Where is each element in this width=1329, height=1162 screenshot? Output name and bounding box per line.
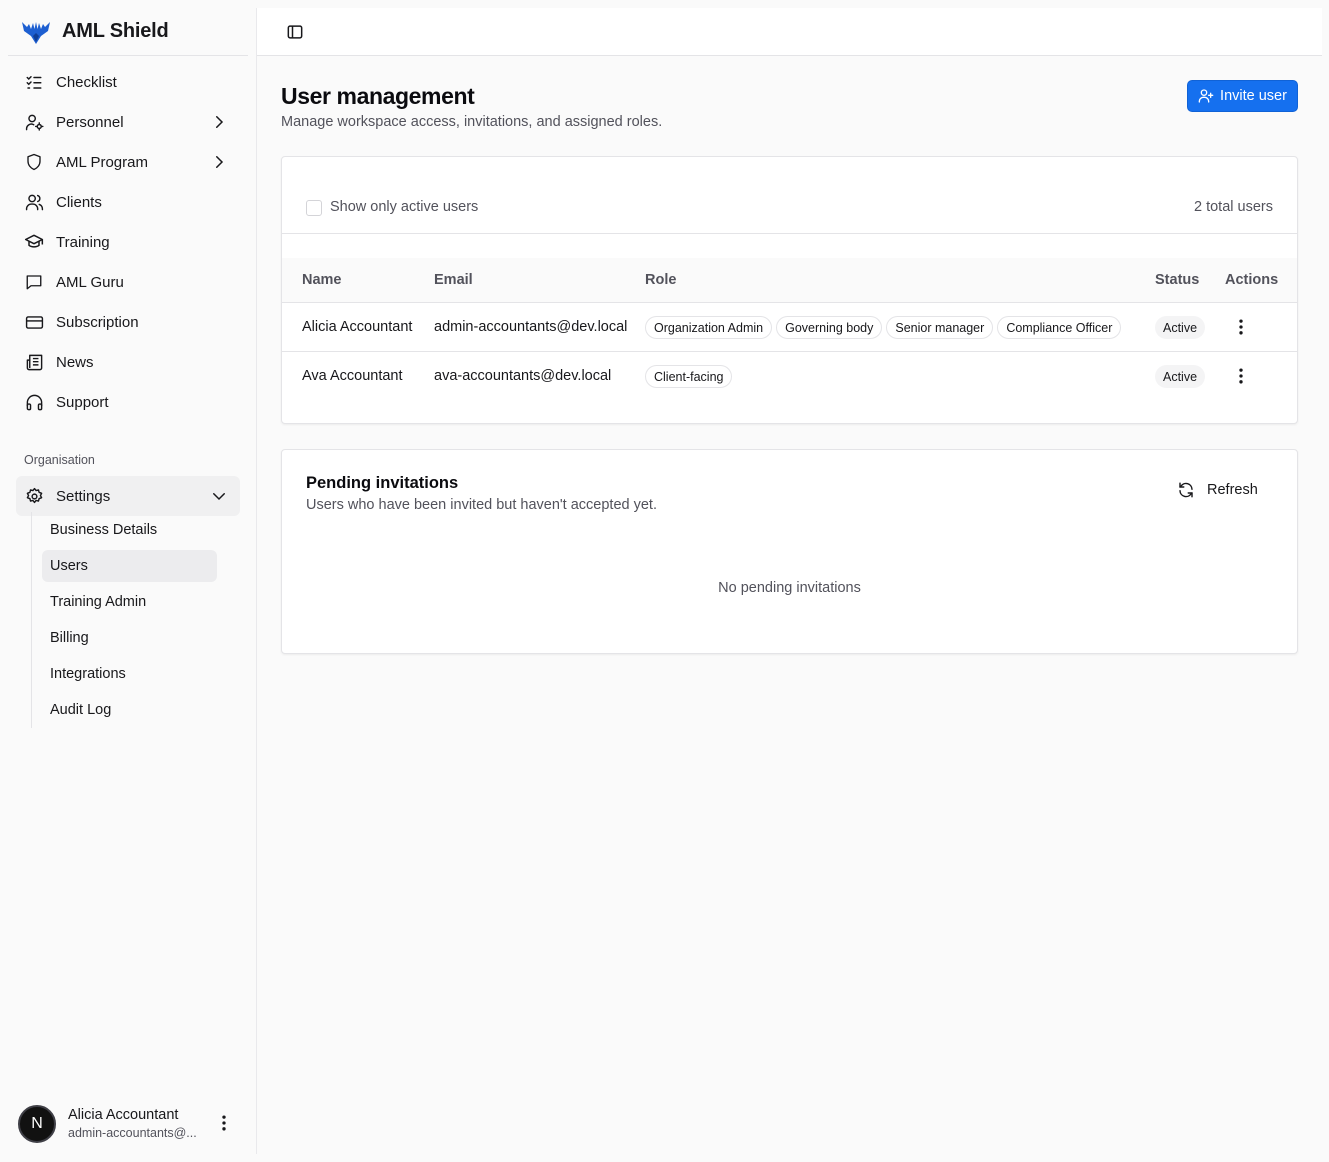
status-badge: Active <box>1155 316 1206 339</box>
sidebar-item-label: Clients <box>56 193 102 211</box>
table-row: Alicia Accountant admin-accountants@dev.… <box>282 303 1297 352</box>
graduation-cap-icon <box>24 232 44 252</box>
more-vertical-icon[interactable] <box>1231 366 1251 386</box>
sidebar-item-subscription[interactable]: Subscription <box>16 302 240 342</box>
active-users-label[interactable]: Show only active users <box>330 199 478 215</box>
settings-item-integrations[interactable]: Integrations <box>42 658 217 690</box>
user-name-cell: Ava Accountant <box>302 368 403 384</box>
column-header-email: Email <box>434 272 473 288</box>
checklist-icon <box>24 72 44 92</box>
sidebar-item-checklist[interactable]: Checklist <box>16 62 240 102</box>
user-info: Alicia Accountant admin-accountants@... <box>68 1107 197 1141</box>
settings-item-audit-log[interactable]: Audit Log <box>42 694 217 726</box>
sidebar-item-personnel[interactable]: Personnel <box>16 102 240 142</box>
empty-state: No pending invitations <box>718 580 861 596</box>
sidebar-item-label: Personnel <box>56 113 124 131</box>
sidebar-item-label: Training <box>56 233 110 251</box>
page-title: User management <box>281 83 475 109</box>
status-badge: Active <box>1155 365 1206 388</box>
current-user[interactable]: N Alicia Accountant admin-accountants@..… <box>8 1096 248 1152</box>
settings-item-users[interactable]: Users <box>42 550 217 582</box>
credit-card-icon <box>24 312 44 332</box>
users-card: Show only active users 2 total users Nam… <box>281 156 1298 424</box>
message-square-icon <box>24 272 44 292</box>
sidebar-item-clients[interactable]: Clients <box>16 182 240 222</box>
table-header: Name Email Role Status Actions <box>282 258 1297 303</box>
shield-icon <box>24 152 44 172</box>
refresh-icon <box>1179 482 1193 498</box>
section-label-organisation: Organisation <box>24 453 95 467</box>
sidebar-item-label: News <box>56 353 94 371</box>
refresh-button[interactable]: Refresh <box>1177 478 1258 502</box>
total-users-count: 2 total users <box>1194 199 1273 215</box>
sidebar-item-training[interactable]: Training <box>16 222 240 262</box>
role-badge: Client-facing <box>645 365 733 388</box>
invite-user-label: Invite user <box>1220 88 1287 104</box>
sidebar-item-news[interactable]: News <box>16 342 240 382</box>
sidebar-item-label: AML Program <box>56 153 148 171</box>
brand[interactable]: AML Shield <box>8 8 248 56</box>
sidebar-item-label: Settings <box>56 487 111 505</box>
user-email-cell: admin-accountants@dev.local <box>434 319 628 335</box>
main-nav: Checklist Personnel AML Program Clients <box>16 62 240 422</box>
invite-user-button[interactable]: Invite user <box>1187 80 1298 112</box>
role-badge: Senior manager <box>886 316 994 339</box>
user-name-cell: Alicia Accountant <box>302 319 413 335</box>
user-cog-icon <box>24 112 44 132</box>
newspaper-icon <box>24 352 44 372</box>
refresh-label: Refresh <box>1207 482 1258 498</box>
sidebar-item-label: Support <box>56 393 109 411</box>
topbar <box>257 8 1322 56</box>
headphones-icon <box>24 392 44 412</box>
sidebar: AML Shield Checklist Personnel AML Progr… <box>0 0 255 1162</box>
gear-icon <box>24 486 44 506</box>
sidebar-item-aml-guru[interactable]: AML Guru <box>16 262 240 302</box>
brand-name: AML Shield <box>62 20 169 42</box>
sidebar-item-settings[interactable]: Settings <box>16 476 240 516</box>
column-header-name: Name <box>302 272 342 288</box>
user-email-cell: ava-accountants@dev.local <box>434 368 612 384</box>
user-email: admin-accountants@... <box>68 1126 197 1141</box>
active-users-checkbox[interactable] <box>306 200 322 216</box>
column-header-role: Role <box>645 272 677 288</box>
eagle-logo-icon <box>20 16 52 48</box>
main-content: User management Manage workspace access,… <box>256 8 1322 1154</box>
role-badge: Compliance Officer <box>997 316 1122 339</box>
page-subtitle: Manage workspace access, invitations, an… <box>281 114 663 130</box>
chevron-right-icon <box>216 116 224 128</box>
chevron-right-icon <box>216 156 224 168</box>
users-filter-row: Show only active users 2 total users <box>282 157 1297 234</box>
sidebar-item-label: Subscription <box>56 313 139 331</box>
settings-item-training-admin[interactable]: Training Admin <box>42 586 217 618</box>
user-name: Alicia Accountant <box>68 1106 179 1123</box>
role-badge: Organization Admin <box>645 316 773 339</box>
settings-item-billing[interactable]: Billing <box>42 622 217 654</box>
settings-subnav: Business Details Users Training Admin Bi… <box>31 512 231 728</box>
role-badge: Governing body <box>776 316 883 339</box>
avatar: N <box>18 1105 56 1143</box>
sidebar-item-aml-program[interactable]: AML Program <box>16 142 240 182</box>
settings-group: Settings <box>16 476 240 516</box>
more-vertical-icon[interactable] <box>214 1113 234 1133</box>
column-header-actions: Actions <box>1225 272 1279 288</box>
user-plus-icon <box>1198 89 1214 103</box>
settings-item-business-details[interactable]: Business Details <box>42 514 217 546</box>
table-row: Ava Accountant ava-accountants@dev.local… <box>282 352 1297 401</box>
sidebar-item-label: AML Guru <box>56 273 124 291</box>
sidebar-toggle-icon[interactable] <box>285 22 305 42</box>
sidebar-item-label: Checklist <box>56 73 117 91</box>
chevron-down-icon <box>213 493 225 501</box>
sidebar-item-support[interactable]: Support <box>16 382 240 422</box>
users-icon <box>24 192 44 212</box>
pending-title: Pending invitations <box>306 474 459 492</box>
column-header-status: Status <box>1155 272 1200 288</box>
more-vertical-icon[interactable] <box>1231 317 1251 337</box>
role-badges: Client-facing <box>645 365 733 388</box>
pending-invitations-card: Pending invitations Users who have been … <box>281 449 1298 654</box>
role-badges: Organization Admin Governing body Senior… <box>645 316 1122 339</box>
pending-subtitle: Users who have been invited but haven't … <box>306 497 657 513</box>
